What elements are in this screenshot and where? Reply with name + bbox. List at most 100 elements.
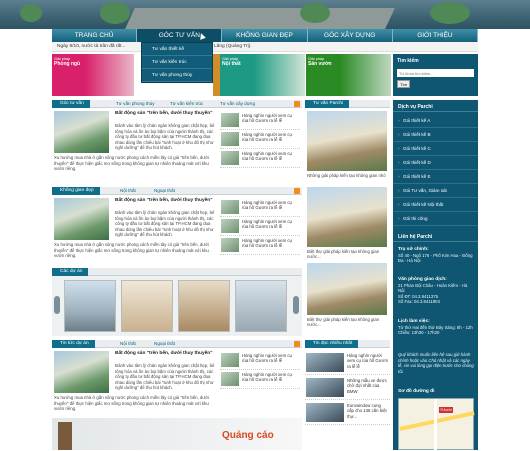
banner-tree [430, 2, 470, 24]
section-link[interactable]: Tư vấn kiến trúc [170, 100, 203, 108]
article-image[interactable] [54, 198, 109, 240]
project-thumb[interactable] [64, 280, 116, 332]
list-thumb [221, 219, 239, 233]
sidebar-item[interactable]: Gói thiết kế E [393, 170, 478, 184]
map-pin: P.Archi [439, 407, 453, 413]
sidebar-item[interactable]: Gói thi công [393, 212, 478, 226]
banner-road [125, 8, 395, 29]
section-link[interactable]: Ngoại thất [154, 340, 175, 348]
sidebar-item[interactable]: Gói Tư vấn, Giám sát [393, 184, 478, 198]
article-summary: Đánh vào tâm lý chán ngán không gian chậ… [115, 210, 215, 238]
section-tab[interactable]: Các dự án [52, 268, 89, 276]
list-item[interactable]: Eurowindow cung cấp cho 138 căn biệt thự… [305, 400, 390, 425]
label: Trụ sở chính: [398, 247, 429, 252]
section-link[interactable]: Tư vấn xây dựng [220, 100, 255, 108]
parchi-caption[interactable]: Biệt thự giải pháp kiến tạo không gian n… [307, 249, 387, 260]
list-item-text: Hàng nghìn người xem cụ rùa hồ Gươm ra l… [347, 353, 389, 369]
list-item[interactable]: Hàng nghìn người xem cụ rùa hồ Gươm ra l… [220, 149, 300, 168]
goc-tu-van-dropdown: Tư vấn thiết kế Tư vấn kiến trúc Tư vấn … [141, 42, 213, 83]
label: Lịch làm việc: [398, 319, 430, 324]
list-item[interactable]: Hàng nghìn người xem cụ rùa hồ Gươm ra l… [220, 111, 300, 130]
sidebar-item[interactable]: Gói thiết kế C [393, 142, 478, 156]
nav-khong-gian-dep[interactable]: Không gian đẹp [222, 29, 308, 42]
section-link[interactable]: Nội thất [120, 340, 136, 348]
list-item[interactable]: Hàng nghìn người xem cụ rùa hồ Gươm ra l… [220, 130, 300, 149]
rss-icon[interactable] [294, 188, 300, 194]
section-tab[interactable]: Góc tư vấn [52, 100, 90, 108]
ticker-text-right[interactable]: Lăng (Quảng Trị). [214, 44, 252, 49]
right-sidebar: Dịch vụ Parchi Gói thiết kế A Gói thiết … [393, 100, 478, 451]
list-item[interactable]: Những mẫu xe được chờ đợi nhất của BMW [305, 375, 390, 400]
section-link[interactable]: Nội thất [120, 187, 136, 195]
location-map[interactable]: P.Archi [398, 398, 475, 451]
nav-goc-tu-van[interactable]: Góc tư vấn [137, 29, 223, 42]
project-thumb[interactable] [235, 280, 287, 332]
list-item[interactable]: Hàng nghìn người xem cụ rùa hồ Gươm ra l… [220, 198, 300, 217]
promo-noi-that[interactable]: Giải pháp Nội thất [220, 54, 305, 96]
promo-san-vuon[interactable]: Giải pháp Sân vườn [306, 54, 391, 96]
parchi-caption[interactable]: Biệt thự giải pháp kiến tạo không gian n… [307, 317, 387, 328]
top-banner [0, 0, 530, 29]
article-image[interactable] [54, 351, 109, 393]
banner-tree [300, 3, 330, 23]
label: Sơ đồ đường đi [398, 389, 435, 394]
article-title[interactable]: Bất động sản "trên bến, dưới thuy thuyền… [115, 351, 215, 357]
section-tab[interactable]: Không gian đẹp [52, 187, 100, 195]
sidebar-title: Liên hệ Parchi [393, 232, 478, 242]
rss-icon[interactable] [294, 341, 300, 347]
article-summary-more: Xu hướng mua nhà ở gần sông nước phong c… [54, 395, 209, 412]
list-thumb [221, 113, 239, 127]
search-input[interactable] [397, 69, 474, 77]
promo-phong-khach[interactable] [213, 54, 220, 96]
search-button[interactable]: Tìm [397, 80, 410, 88]
ticker-text[interactable]: Ngày 8/10, nước tả trân đã rất... [57, 44, 126, 49]
sidebar-item[interactable]: Gói thiết kế B [393, 128, 478, 142]
list-item[interactable]: Hàng nghìn người xem cụ rùa hồ Gươm ra l… [220, 351, 300, 370]
nav-gioi-thieu[interactable]: Giới thiệu [393, 29, 479, 42]
list-item-text: Hàng nghìn người xem cụ rùa hồ Gươm ra l… [242, 219, 292, 230]
dropdown-item-thiet-ke[interactable]: Tư vấn thiết kế [142, 43, 212, 56]
carousel-prev-icon[interactable] [54, 296, 60, 314]
contact-note: Quý khách muốn liên hệ sau giờ hành chín… [398, 352, 474, 374]
parchi-caption[interactable]: Những giải pháp kiến tạo không gian nhỏ [307, 173, 387, 178]
sidebar-item[interactable]: Gói thiết kế Nội thất [393, 198, 478, 212]
list-item[interactable]: Hàng nghìn người xem cụ rùa hồ Gươm ra l… [220, 217, 300, 236]
list-thumb [306, 378, 344, 397]
contact-head-office: Trụ sở chính: Số 40 - Ngõ 176 - Phố Kim H… [398, 246, 474, 264]
value: Số 40 - Ngõ 176 - Phố Kim Hoa - Đống Đa … [398, 252, 473, 264]
list-item-text: Hàng nghìn người xem cụ rùa hồ Gươm ra l… [242, 132, 292, 143]
promo-phong-ngu[interactable]: Giải pháp Phòng ngủ [52, 54, 134, 96]
section-tab[interactable]: Tin tức dự án [52, 340, 95, 348]
section-tab[interactable]: Tư vấn Parchi [305, 100, 350, 108]
sidebar-item[interactable]: Gói thiết kế D [393, 156, 478, 170]
section-link[interactable]: Ngoại thất [154, 187, 175, 195]
list-item[interactable]: Hàng nghìn người xem cụ rùa hồ Gươm ra l… [220, 236, 300, 255]
article-image[interactable] [54, 111, 109, 153]
carousel-next-icon[interactable] [293, 296, 299, 314]
sidebar-item[interactable]: Gói thiết kế A [393, 114, 478, 128]
section-tab[interactable]: Tin đọc nhiều nhất [305, 340, 359, 348]
list-thumb [306, 353, 344, 372]
list-item[interactable]: Hàng nghìn người xem cụ rùa hồ Gươm ra l… [220, 370, 300, 389]
section-tin-tuc-du-an: Bất động sản "trên bến, dưới thuy thuyền… [52, 349, 302, 417]
ad-text: Quảng cáo [222, 430, 274, 441]
section-link[interactable]: Tư vấn phong thủy [116, 100, 155, 108]
parchi-image[interactable] [307, 263, 387, 315]
advertisement-banner[interactable]: Quảng cáo [52, 418, 302, 450]
nav-home[interactable]: Trang chủ [52, 29, 138, 42]
parchi-image[interactable] [307, 111, 387, 171]
parchi-image[interactable] [307, 187, 387, 247]
rss-icon[interactable] [294, 101, 300, 107]
nav-goc-xay-dung[interactable]: Góc xây dựng [308, 29, 393, 42]
list-item[interactable]: Hàng nghìn người xem cụ rùa hồ Gươm ra l… [305, 350, 390, 375]
main-nav: Trang chủ Góc tư vấn Không gian đẹp Góc … [52, 29, 479, 42]
article-title[interactable]: Bất động sản "trên bến, dưới thuy thuyền… [115, 198, 215, 204]
project-thumb[interactable] [178, 280, 230, 332]
article-title[interactable]: Bất động sản "trên bến, dưới thuy thuyền… [115, 111, 215, 117]
project-thumb[interactable] [121, 280, 173, 332]
dropdown-item-kien-truc[interactable]: Tư vấn kiến trúc [142, 56, 212, 69]
dropdown-item-phong-thuy[interactable]: Tư vấn phong thủy [142, 69, 212, 82]
related-list: Hàng nghìn người xem cụ rùa hồ Gươm ra l… [220, 351, 300, 389]
list-item-text: Hàng nghìn người xem cụ rùa hồ Gươm ra l… [242, 151, 292, 162]
door-image [58, 422, 72, 450]
